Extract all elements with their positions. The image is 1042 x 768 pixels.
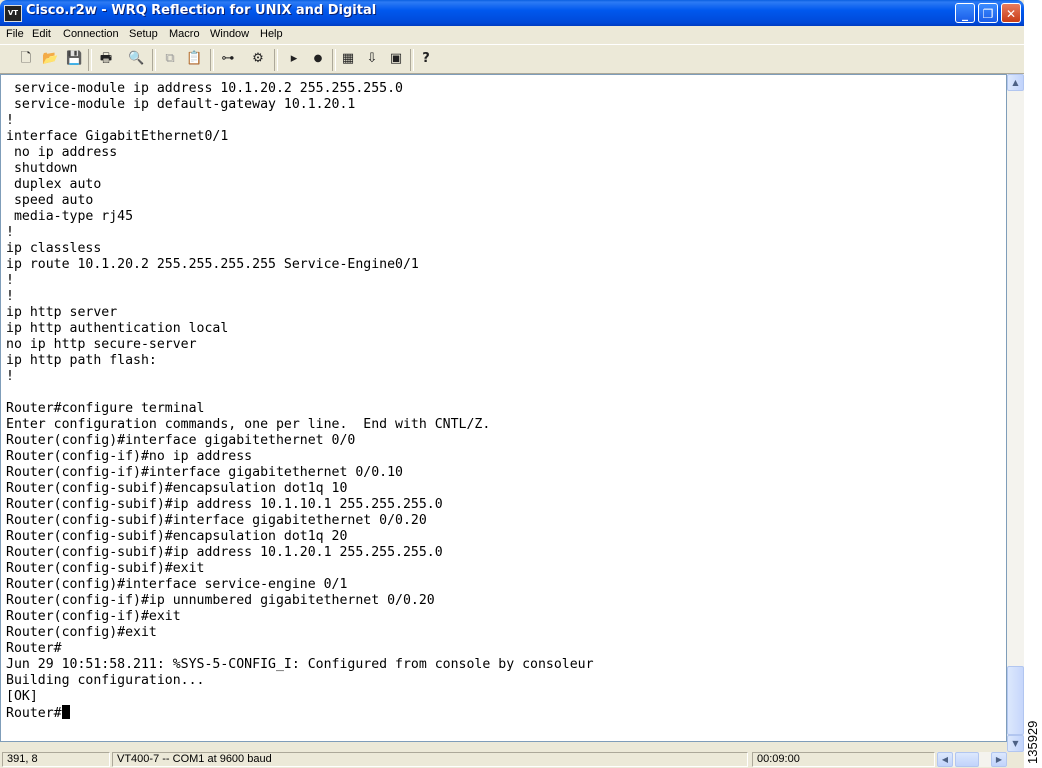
terminal-line: ip classless bbox=[6, 241, 102, 256]
terminal-line: duplex auto bbox=[13, 177, 102, 192]
scroll-up-button[interactable]: ▲ bbox=[1007, 74, 1024, 91]
toolbar-separator bbox=[152, 49, 156, 71]
vertical-scrollbar[interactable]: ▲ ▼ bbox=[1007, 74, 1024, 752]
maximize-button[interactable]: ❐ bbox=[978, 3, 998, 23]
terminal-line: Router(config-subif)#interface gigabitet… bbox=[6, 513, 427, 528]
toolbar-separator bbox=[88, 49, 92, 71]
elapsed-time: 00:09:00 bbox=[752, 752, 935, 767]
terminal-line: Router#configure terminal bbox=[6, 401, 205, 416]
display-icon[interactable]: ▣ bbox=[388, 51, 404, 67]
cursor-position: 391, 8 bbox=[2, 752, 110, 767]
terminal-output[interactable]: service-module ip address 10.1.20.2 255.… bbox=[6, 81, 594, 722]
terminal-line: Router# bbox=[6, 641, 62, 656]
terminal-line: ! bbox=[6, 273, 14, 288]
find-icon[interactable]: 🔍 bbox=[128, 51, 144, 67]
toolbar: 🗋 📂 💾 🖶 🔍 ⧉ 📋 ⊶ ⚙ ▸ ● ▦ ⇩ ▣ ? bbox=[0, 44, 1024, 74]
terminal-line: Jun 29 10:51:58.211: %SYS-5-CONFIG_I: Co… bbox=[6, 657, 594, 672]
terminal-window[interactable]: service-module ip address 10.1.20.2 255.… bbox=[0, 74, 1007, 742]
toolbar-separator bbox=[210, 49, 214, 71]
window-icon[interactable]: ▦ bbox=[340, 51, 356, 67]
terminal-line: no ip address bbox=[13, 145, 118, 160]
terminal-line: Router(config-subif)#encapsulation dot1q… bbox=[6, 481, 348, 496]
menu-bar: File Edit Connection Setup Macro Window … bbox=[0, 26, 1024, 44]
print-icon[interactable]: 🖶 bbox=[98, 51, 114, 67]
minimize-button[interactable]: _ bbox=[955, 3, 975, 23]
horizontal-scrollbar[interactable]: ◀ ▶ bbox=[937, 752, 1007, 767]
terminal-line: media-type rj45 bbox=[13, 209, 134, 224]
terminal-lines: service-module ip address 10.1.20.2 255.… bbox=[6, 81, 594, 704]
help-icon[interactable]: ? bbox=[418, 51, 434, 67]
toolbar-separator bbox=[332, 49, 336, 71]
menu-window[interactable]: Window bbox=[210, 28, 249, 40]
terminal-line: Router(config-if)#no ip address bbox=[6, 449, 253, 464]
menu-edit[interactable]: Edit bbox=[32, 28, 51, 40]
menu-connection[interactable]: Connection bbox=[63, 28, 119, 40]
connection-status: VT400-7 -- COM1 at 9600 baud bbox=[112, 752, 748, 767]
paste-icon[interactable]: 📋 bbox=[186, 51, 202, 67]
transfer-icon[interactable]: ⇩ bbox=[364, 51, 380, 67]
menu-macro[interactable]: Macro bbox=[169, 28, 200, 40]
terminal-line: ip http authentication local bbox=[6, 321, 229, 336]
terminal-line: speed auto bbox=[13, 193, 94, 208]
window-title: Cisco.r2w - WRQ Reflection for UNIX and … bbox=[26, 3, 377, 18]
scroll-down-button[interactable]: ▼ bbox=[1007, 735, 1024, 752]
terminal-line: ! bbox=[6, 225, 14, 240]
terminal-line: service-module ip default-gateway 10.1.2… bbox=[13, 97, 356, 112]
terminal-line: Router(config-if)#ip unnumbered gigabite… bbox=[6, 593, 435, 608]
menu-setup[interactable]: Setup bbox=[129, 28, 158, 40]
terminal-line: Router(config-subif)#ip address 10.1.10.… bbox=[6, 497, 443, 512]
terminal-line: Router(config)#exit bbox=[6, 625, 157, 640]
new-icon[interactable]: 🗋 bbox=[18, 51, 34, 67]
terminal-line: Building configuration... bbox=[6, 673, 205, 688]
toolbar-separator bbox=[410, 49, 414, 71]
terminal-prompt: Router# bbox=[6, 706, 62, 721]
scroll-right-button[interactable]: ▶ bbox=[991, 752, 1007, 767]
terminal-line: service-module ip address 10.1.20.2 255.… bbox=[13, 81, 403, 96]
terminal-line: Router(config)#interface service-engine … bbox=[6, 577, 348, 592]
terminal-line: interface GigabitEthernet0/1 bbox=[6, 129, 229, 144]
scroll-left-button[interactable]: ◀ bbox=[937, 752, 953, 767]
text-cursor bbox=[61, 705, 70, 719]
terminal-line: shutdown bbox=[13, 161, 78, 176]
copy-icon[interactable]: ⧉ bbox=[162, 51, 178, 67]
terminal-line: Router(config-if)#interface gigabitether… bbox=[6, 465, 403, 480]
play-icon[interactable]: ▸ bbox=[286, 51, 302, 67]
toolbar-separator bbox=[274, 49, 278, 71]
terminal-line: no ip http secure-server bbox=[6, 337, 197, 352]
terminal-line: ip route 10.1.20.2 255.255.255.255 Servi… bbox=[6, 257, 419, 272]
open-icon[interactable]: 📂 bbox=[42, 51, 58, 67]
save-icon[interactable]: 💾 bbox=[66, 51, 82, 67]
terminal-line: Router(config-if)#exit bbox=[6, 609, 181, 624]
app-icon[interactable]: VT bbox=[4, 5, 22, 22]
terminal-line: [OK] bbox=[6, 689, 38, 704]
menu-file[interactable]: File bbox=[6, 28, 24, 40]
close-button[interactable]: ✕ bbox=[1001, 3, 1021, 23]
terminal-line: Router(config)#interface gigabitethernet… bbox=[6, 433, 356, 448]
status-bar: 391, 8 VT400-7 -- COM1 at 9600 baud 00:0… bbox=[0, 752, 1024, 768]
terminal-line: ip http path flash: bbox=[6, 353, 157, 368]
terminal-line: ! bbox=[6, 369, 14, 384]
setup-icon[interactable]: ⚙ bbox=[250, 51, 266, 67]
terminal-line: ip http server bbox=[6, 305, 118, 320]
terminal-line: ! bbox=[6, 113, 14, 128]
terminal-line: ! bbox=[6, 289, 14, 304]
page-margin bbox=[1024, 0, 1042, 768]
terminal-line: Router(config-subif)#ip address 10.1.20.… bbox=[6, 545, 443, 560]
menu-help[interactable]: Help bbox=[260, 28, 283, 40]
horizontal-scroll-thumb[interactable] bbox=[955, 752, 979, 767]
terminal-line: Router(config-subif)#encapsulation dot1q… bbox=[6, 529, 348, 544]
connect-icon[interactable]: ⊶ bbox=[220, 51, 236, 67]
scroll-thumb[interactable] bbox=[1007, 666, 1024, 735]
title-bar[interactable]: VT Cisco.r2w - WRQ Reflection for UNIX a… bbox=[0, 0, 1024, 26]
terminal-line: Enter configuration commands, one per li… bbox=[6, 417, 491, 432]
record-icon[interactable]: ● bbox=[310, 51, 326, 67]
terminal-line: Router(config-subif)#exit bbox=[6, 561, 205, 576]
figure-number: 135929 bbox=[1025, 720, 1040, 764]
